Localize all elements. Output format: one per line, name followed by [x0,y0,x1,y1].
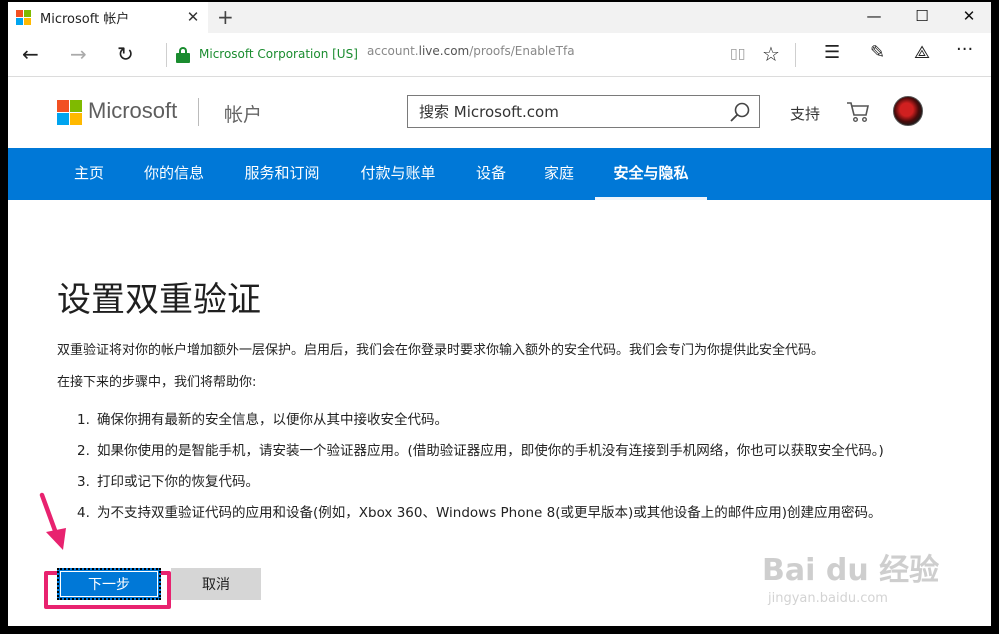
nav-item-family[interactable]: 家庭 [530,148,588,200]
minimize-icon[interactable]: — [864,7,884,25]
search-icon[interactable] [729,101,751,123]
list-item: 4. 为不支持双重验证代码的应用和设备(例如，Xbox 360、Windows P… [77,503,947,523]
more-icon[interactable]: ··· [956,39,973,60]
step-text: 如果你使用的是智能手机，请安装一个验证器应用。(借助验证器应用，即使你的手机没有… [97,443,884,459]
brand-separator [198,98,199,126]
list-item: 3. 打印或记下你的恢复代码。 [77,472,947,492]
tab-close-icon[interactable]: ✕ [184,8,202,26]
url-path: /proofs/EnableTfa [469,44,575,58]
steps-list: 1. 确保你拥有最新的安全信息，以便你从其中接收安全代码。 2. 如果你使用的是智能… [77,410,947,534]
browser-tab[interactable]: Microsoft 帐户 ✕ [8,2,208,33]
nav-item-services-subscriptions[interactable]: 服务和订阅 [232,148,332,200]
search-input[interactable] [408,96,718,127]
product-name[interactable]: 帐户 [224,100,262,127]
nav-item-your-info[interactable]: 你的信息 [132,148,216,200]
refresh-icon[interactable]: ↻ [117,42,134,66]
tab-title: Microsoft 帐户 [40,12,130,27]
title-bar: Microsoft 帐户 ✕ + — ☐ ✕ [8,2,991,33]
window-close-icon[interactable]: ✕ [959,7,979,25]
step-text: 为不支持双重验证代码的应用和设备(例如，Xbox 360、Windows Pho… [97,505,882,521]
address-bar: ← → ↻ Microsoft Corporation [US] account… [8,33,991,77]
site-header: Microsoft 帐户 支持 [8,78,991,148]
toolbar-separator [795,43,796,67]
lead-text: 在接下来的步骤中，我们将帮助你: [57,375,257,390]
favorite-star-icon[interactable]: ☆ [762,42,780,66]
brand-name[interactable]: Microsoft [88,98,177,124]
forward-icon[interactable]: → [70,42,87,66]
lock-icon[interactable] [176,47,190,63]
new-tab-icon[interactable]: + [217,5,234,29]
address-separator [166,43,167,67]
url-prefix: account. [367,44,419,58]
page-title: 设置双重验证 [57,280,261,320]
step-text: 打印或记下你的恢复代码。 [97,474,259,490]
search-box [407,95,760,128]
url-text[interactable]: account.live.com/proofs/EnableTfa [367,44,575,58]
next-button[interactable]: 下一步 [57,568,161,600]
reading-view-icon[interactable]: ▯▯ [730,46,745,62]
web-note-icon[interactable]: ✎ [870,42,885,63]
nav-item-home[interactable]: 主页 [60,148,118,200]
nav-item-security-privacy[interactable]: 安全与隐私 [595,148,707,200]
step-number: 2. [77,443,90,459]
list-item: 2. 如果你使用的是智能手机，请安装一个验证器应用。(借助验证器应用，即使你的手机… [77,441,947,461]
browser-window: Microsoft 帐户 ✕ + — ☐ ✕ ← → ↻ Microsoft C… [8,2,991,626]
watermark-url: jingyan.baidu.com [768,591,888,606]
annotation-arrow-icon [39,492,66,550]
step-number: 4. [77,505,90,521]
step-text: 确保你拥有最新的安全信息，以便你从其中接收安全代码。 [97,412,448,428]
watermark-logo: Bai du 经验 [762,553,940,588]
share-icon[interactable]: ⟁ [914,42,930,63]
avatar[interactable] [893,96,923,126]
shopping-cart-icon[interactable] [846,101,870,123]
nav-item-payment-billing[interactable]: 付款与账单 [348,148,448,200]
main-nav: 主页 你的信息 服务和订阅 付款与账单 设备 家庭 安全与隐私 [8,148,991,200]
intro-text: 双重验证将对你的帐户增加额外一层保护。启用后，我们会在你登录时要求你输入额外的安… [57,343,825,358]
support-link[interactable]: 支持 [790,103,820,124]
step-number: 3. [77,474,90,490]
microsoft-logo-icon [16,10,31,25]
cancel-button[interactable]: 取消 [171,568,261,600]
maximize-icon[interactable]: ☐ [912,7,932,25]
nav-item-devices[interactable]: 设备 [463,148,519,200]
back-icon[interactable]: ← [22,42,39,66]
site-identity[interactable]: Microsoft Corporation [US] [199,47,358,61]
url-domain: live.com [418,44,470,58]
hub-icon[interactable]: ☰ [824,42,840,63]
list-item: 1. 确保你拥有最新的安全信息，以便你从其中接收安全代码。 [77,410,947,430]
microsoft-brand-logo-icon[interactable] [57,100,82,125]
step-number: 1. [77,412,90,428]
